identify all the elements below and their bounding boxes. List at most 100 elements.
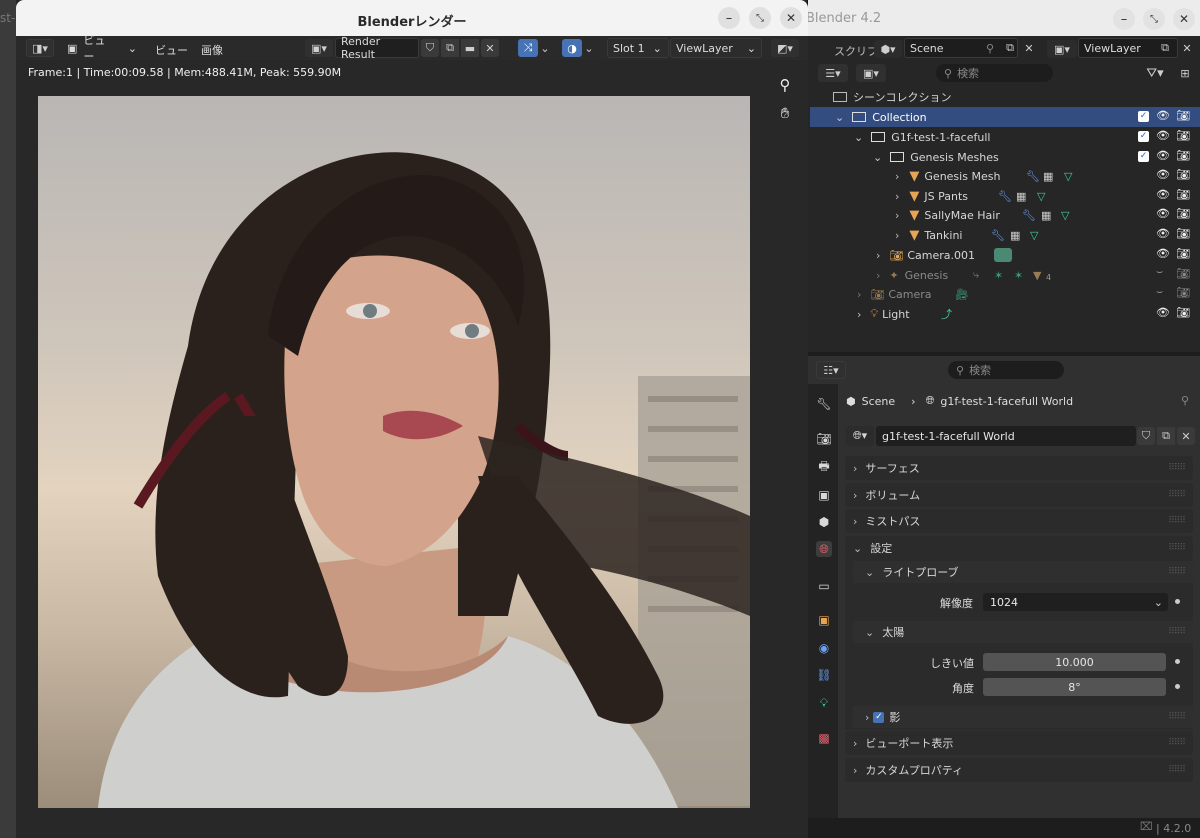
drag-handle-icon[interactable]: ⠿⠿⠿ — [1168, 490, 1186, 500]
display-channels-icon[interactable]: ◩▾ — [771, 39, 799, 57]
filter-icon[interactable]: ⛛▾ — [1140, 64, 1170, 82]
eye-icon[interactable]: 👁︎ — [1156, 129, 1170, 142]
pin-icon[interactable]: ⚲ — [984, 41, 996, 55]
panel-settings[interactable]: ⌄ 設定 ⠿⠿⠿ — [845, 536, 1193, 560]
render-camera-icon[interactable]: 📷︎ — [1176, 306, 1190, 319]
script-tab[interactable]: スクリプ — [834, 43, 878, 59]
gizmo-toggle-icon[interactable]: ⤨ — [518, 39, 538, 57]
object-tab-icon[interactable]: ▣ — [816, 612, 832, 628]
world-browse-icon[interactable]: 🌐︎▾ — [846, 426, 874, 446]
panel-viewport-display[interactable]: › ビューポート表示 ⠿⠿⠿ — [845, 731, 1193, 755]
keyframe-dot[interactable] — [1175, 599, 1180, 604]
physics-tab-icon[interactable]: ◉ — [816, 640, 832, 656]
subpanel-shadow[interactable]: › ✓ 影 ⠿⠿⠿ — [853, 706, 1193, 728]
pin-icon[interactable]: ⚲ — [1178, 393, 1192, 407]
world-selector[interactable]: 🌐︎▾ g1f-test-1-facefull World — [846, 426, 1136, 446]
drag-handle-icon[interactable]: ⠿⠿⠿ — [1168, 627, 1186, 637]
view-layer-selector[interactable]: ViewLayer ⌄ — [670, 38, 762, 58]
drag-handle-icon[interactable]: ⠿⠿⠿ — [1168, 567, 1186, 577]
outliner-search[interactable]: ⚲ 検索 — [936, 64, 1053, 82]
new-world-icon[interactable]: ⧉ — [1157, 427, 1175, 445]
menu-view[interactable]: ビュー — [155, 42, 188, 58]
panel-mist[interactable]: › ミストパス ⠿⠿⠿ — [845, 509, 1193, 533]
properties-search[interactable]: ⚲ 検索 — [948, 361, 1064, 379]
subpanel-light-probe[interactable]: ⌄ ライトプローブ ⠿⠿⠿ — [853, 561, 1193, 583]
chevron-down-icon[interactable]: ⌄ — [539, 39, 551, 57]
render-camera-icon[interactable]: 📷︎ — [1176, 247, 1190, 260]
zoom-icon[interactable]: ⚲ — [776, 76, 794, 94]
unlink-world-icon[interactable]: ✕ — [1177, 427, 1195, 445]
view-mode-selector[interactable]: ▣ ビュー ⌄ — [62, 34, 142, 63]
eye-icon[interactable]: 👁︎ — [1156, 247, 1170, 260]
exclude-checkbox[interactable]: ✓ — [1138, 131, 1149, 142]
eye-icon[interactable]: 👁︎ — [1156, 109, 1170, 122]
eye-icon[interactable]: 👁︎ — [1156, 168, 1170, 181]
new-image-icon[interactable]: ⧉ — [441, 39, 459, 57]
keyframe-dot[interactable] — [1175, 684, 1180, 689]
slot-selector[interactable]: Slot 1 ⌄ — [607, 38, 669, 58]
chevron-down-icon[interactable]: ⌄ — [583, 39, 595, 57]
new-view-layer-icon[interactable]: ⧉ — [1157, 40, 1173, 56]
threshold-field[interactable]: 10.000 — [983, 653, 1166, 671]
world-name-field[interactable]: g1f-test-1-facefull World — [876, 426, 1136, 446]
render-camera-icon[interactable]: 📷︎ — [1176, 109, 1190, 122]
angle-field[interactable]: 8° — [983, 678, 1166, 696]
drag-handle-icon[interactable]: ⠿⠿⠿ — [1168, 543, 1186, 553]
image-browse-icon[interactable]: ▣▾ — [305, 39, 333, 57]
open-image-icon[interactable]: ▬ — [461, 39, 479, 57]
minimize-icon[interactable]: – — [718, 7, 740, 29]
view-layer-type-icon[interactable]: ▣▾ — [1047, 40, 1077, 58]
render-camera-icon[interactable]: 📷︎ — [1176, 168, 1190, 181]
delete-scene-icon[interactable]: ✕ — [1022, 40, 1036, 56]
menu-image[interactable]: 画像 — [201, 42, 223, 58]
eye-icon[interactable]: 👁︎ — [1156, 207, 1170, 220]
new-collection-icon[interactable]: ⊞ — [1176, 64, 1194, 82]
eye-closed-icon[interactable]: ⌣ — [1156, 285, 1163, 299]
keyframe-dot[interactable] — [1175, 659, 1180, 664]
render-camera-icon[interactable]: 📷︎ — [1176, 188, 1190, 201]
eye-icon[interactable]: 👁︎ — [1156, 149, 1170, 162]
image-name-field[interactable]: Render Result — [335, 35, 419, 61]
panel-custom-props[interactable]: › カスタムプロパティ ⠿⠿⠿ — [845, 758, 1193, 782]
render-camera-icon[interactable]: 📷︎ — [1176, 267, 1190, 280]
render-camera-icon[interactable]: 📷︎ — [1176, 227, 1190, 240]
editor-type-icon[interactable]: ☰▾ — [818, 64, 848, 82]
shadow-checkbox[interactable]: ✓ — [873, 711, 885, 723]
minimize-icon[interactable]: – — [1113, 8, 1135, 30]
display-mode-icon[interactable]: ▣▾ — [856, 64, 886, 82]
editor-type-icon[interactable]: ◨▾ — [26, 39, 54, 57]
editor-type-icon[interactable]: ☷▾ — [816, 361, 846, 379]
panel-volume[interactable]: › ボリューム ⠿⠿⠿ — [845, 483, 1193, 507]
drag-handle-icon[interactable]: ⠿⠿⠿ — [1168, 738, 1186, 748]
output-tab-icon[interactable]: 🖶 — [816, 459, 832, 475]
close-icon[interactable]: ✕ — [1173, 8, 1195, 30]
eye-icon[interactable]: 👁︎ — [1156, 188, 1170, 201]
render-tab-icon[interactable]: 📷︎ — [816, 431, 832, 447]
subpanel-sun[interactable]: ⌄ 太陽 ⠿⠿⠿ — [853, 621, 1193, 643]
render-camera-icon[interactable]: 📷︎ — [1176, 129, 1190, 142]
view-layer-tab-icon[interactable]: ▣ — [816, 487, 832, 503]
drag-handle-icon[interactable]: ⠿⠿⠿ — [1168, 463, 1186, 473]
overlay-toggle-icon[interactable]: ◑ — [562, 39, 582, 57]
texture-tab-icon[interactable]: ▩ — [816, 730, 832, 746]
exclude-checkbox[interactable]: ✓ — [1138, 151, 1149, 162]
world-tab-icon[interactable]: 🌐︎ — [816, 541, 832, 557]
resolution-dropdown[interactable]: 1024 ⌄ — [983, 593, 1168, 611]
fake-user-icon[interactable]: ⛉ — [1137, 427, 1155, 445]
restore-icon[interactable]: ⤡ — [749, 7, 771, 29]
unlink-image-icon[interactable]: ✕ — [481, 39, 499, 57]
data-tab-icon[interactable]: 💡︎ — [816, 695, 832, 711]
scene-selector[interactable]: Scene — [904, 38, 1018, 58]
render-camera-icon[interactable]: 📷︎ — [1176, 286, 1190, 299]
eye-icon[interactable]: 👁︎ — [1156, 306, 1170, 319]
outliner-root[interactable]: シーンコレクション — [810, 87, 1200, 107]
eye-icon[interactable]: 👁︎ — [1156, 227, 1170, 240]
scene-type-icon[interactable]: ⬢▾ — [874, 40, 902, 58]
collection-tab-icon[interactable]: ▭ — [816, 578, 832, 594]
render-camera-icon[interactable]: 📷︎ — [1176, 207, 1190, 220]
render-camera-icon[interactable]: 📷︎ — [1176, 149, 1190, 162]
new-scene-icon[interactable]: ⧉ — [1002, 40, 1018, 56]
close-icon[interactable]: ✕ — [780, 7, 802, 29]
exclude-checkbox[interactable]: ✓ — [1138, 111, 1149, 122]
drag-handle-icon[interactable]: ⠿⠿⠿ — [1168, 712, 1186, 722]
